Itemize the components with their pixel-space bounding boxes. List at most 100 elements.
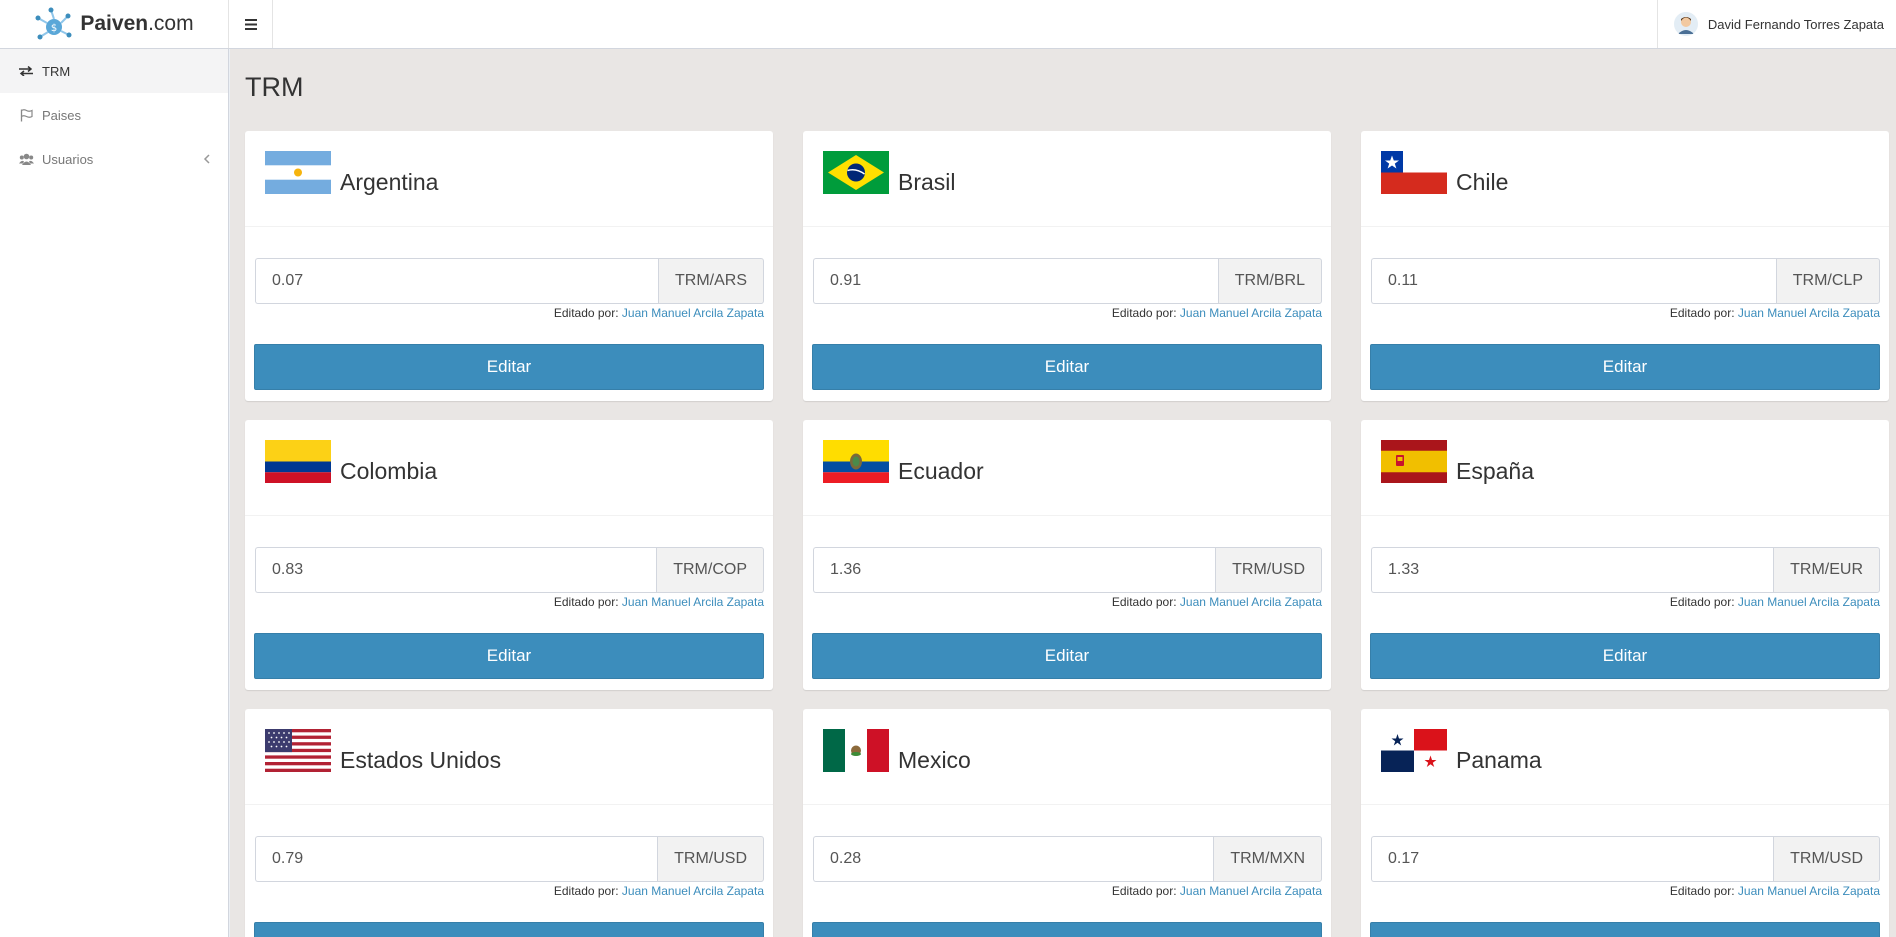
editor-link[interactable]: Juan Manuel Arcila Zapata (622, 306, 764, 320)
rate-input-group: TRM/MXN (813, 836, 1322, 882)
edited-by: Editado por: Juan Manuel Arcila Zapata (1111, 884, 1322, 898)
country-name: Argentina (340, 169, 439, 195)
brazil-flag-icon (823, 151, 889, 194)
editor-link[interactable]: Juan Manuel Arcila Zapata (622, 884, 764, 898)
card-header: Ecuador (803, 420, 1331, 516)
users-icon (18, 152, 34, 166)
edit-button[interactable]: Editar (254, 344, 764, 390)
user-menu[interactable]: David Fernando Torres Zapata (1656, 0, 1896, 48)
card-header: Brasil (803, 131, 1331, 227)
chevron-left-icon (203, 151, 210, 167)
edited-by: Editado por: Juan Manuel Arcila Zapata (553, 306, 764, 320)
sidebar-item-label: Paises (42, 107, 82, 123)
rate-unit: TRM/MXN (1213, 836, 1322, 882)
edited-by: Editado por: Juan Manuel Arcila Zapata (553, 595, 764, 609)
card-header: Colombia (245, 420, 773, 516)
rate-input[interactable] (813, 258, 1218, 304)
sidebar-item-paises[interactable]: Paises (0, 93, 228, 137)
country-name: España (1456, 458, 1535, 484)
edit-button[interactable]: Editar (254, 633, 764, 679)
sidebar-item-usuarios[interactable]: Usuarios (0, 137, 228, 181)
editor-link[interactable]: Juan Manuel Arcila Zapata (1180, 884, 1322, 898)
rate-input-group: TRM/USD (1371, 836, 1880, 882)
trm-card-mexico: Mexico TRM/MXN Editado por: Juan Manuel … (803, 709, 1331, 937)
card-header: Mexico (803, 709, 1331, 805)
rate-input[interactable] (255, 836, 658, 882)
sidebar: TRM Paises Usuarios (0, 49, 229, 937)
rate-unit: TRM/EUR (1773, 547, 1880, 593)
trm-card-colombia: Colombia TRM/COP Editado por: Juan Manue… (245, 420, 773, 690)
rate-unit: TRM/USD (1773, 836, 1880, 882)
editor-link[interactable]: Juan Manuel Arcila Zapata (1180, 306, 1322, 320)
rate-input-group: TRM/USD (255, 836, 764, 882)
card-header: Argentina (245, 131, 773, 227)
rate-input-group: TRM/EUR (1371, 547, 1880, 593)
sidebar-item-label: Usuarios (42, 151, 94, 167)
rate-input[interactable] (813, 836, 1214, 882)
sidebar-item-label: TRM (42, 63, 71, 79)
rate-unit: TRM/CLP (1775, 258, 1880, 304)
trm-card-chile: Chile TRM/CLP Editado por: Juan Manuel A… (1361, 131, 1889, 401)
top-navbar: $ Paiven.com David Fernando Torres Zapat… (0, 0, 1896, 49)
edited-by: Editado por: Juan Manuel Arcila Zapata (1669, 595, 1880, 609)
logo-icon: $ (35, 7, 72, 40)
rate-unit: TRM/ARS (658, 258, 764, 304)
rate-input-group: TRM/BRL (813, 258, 1322, 304)
trm-card-panama: Panama TRM/USD Editado por: Juan Manuel … (1361, 709, 1889, 937)
editor-link[interactable]: Juan Manuel Arcila Zapata (1738, 306, 1880, 320)
edit-button[interactable]: Editar (254, 922, 764, 937)
exchange-icon (18, 64, 34, 78)
card-header: Chile (1361, 131, 1889, 227)
country-name: Brasil (898, 169, 956, 195)
edit-button[interactable]: Editar (1370, 344, 1880, 390)
trm-card-argentina: Argentina TRM/ARS Editado por: Juan Manu… (245, 131, 773, 401)
flag-icon (18, 108, 34, 122)
colombia-flag-icon (265, 440, 331, 483)
trm-card-estados-unidos: Estados Unidos TRM/USD Editado por: Juan… (245, 709, 773, 937)
rate-input[interactable] (255, 258, 658, 304)
edited-by: Editado por: Juan Manuel Arcila Zapata (1111, 595, 1322, 609)
hamburger-icon (244, 18, 257, 30)
country-name: Chile (1456, 169, 1509, 195)
rate-input-group: TRM/ARS (255, 258, 764, 304)
edit-button[interactable]: Editar (812, 922, 1322, 937)
sidebar-toggle-button[interactable] (229, 0, 273, 48)
editor-link[interactable]: Juan Manuel Arcila Zapata (1738, 884, 1880, 898)
rate-input[interactable] (1371, 547, 1774, 593)
card-header: España (1361, 420, 1889, 516)
country-name: Estados Unidos (340, 747, 502, 773)
rate-unit: TRM/USD (1215, 547, 1322, 593)
edit-button[interactable]: Editar (812, 344, 1322, 390)
rate-input[interactable] (255, 547, 657, 593)
svg-text:$: $ (51, 23, 57, 34)
spain-flag-icon (1381, 440, 1447, 483)
trm-card-ecuador: Ecuador TRM/USD Editado por: Juan Manuel… (803, 420, 1331, 690)
usa-flag-icon (265, 729, 331, 772)
user-avatar-icon (1673, 12, 1698, 36)
mexico-flag-icon (823, 729, 889, 772)
country-name: Mexico (898, 747, 971, 773)
ecuador-flag-icon (823, 440, 889, 483)
brand-name: Paiven.com (80, 12, 194, 35)
chile-flag-icon (1381, 151, 1447, 194)
edited-by: Editado por: Juan Manuel Arcila Zapata (1669, 306, 1880, 320)
editor-link[interactable]: Juan Manuel Arcila Zapata (622, 595, 764, 609)
editor-link[interactable]: Juan Manuel Arcila Zapata (1180, 595, 1322, 609)
brand-logo[interactable]: $ Paiven.com (0, 0, 229, 48)
edited-by: Editado por: Juan Manuel Arcila Zapata (1111, 306, 1322, 320)
rate-input-group: TRM/COP (255, 547, 764, 593)
rate-input[interactable] (1371, 258, 1776, 304)
sidebar-item-trm[interactable]: TRM (0, 49, 228, 93)
edit-button[interactable]: Editar (1370, 633, 1880, 679)
rate-input[interactable] (813, 547, 1216, 593)
user-name: David Fernando Torres Zapata (1707, 16, 1884, 32)
country-name: Panama (1456, 747, 1542, 773)
edit-button[interactable]: Editar (1370, 922, 1880, 937)
rate-input[interactable] (1371, 836, 1774, 882)
country-name: Ecuador (898, 458, 984, 484)
rate-input-group: TRM/CLP (1371, 258, 1880, 304)
editor-link[interactable]: Juan Manuel Arcila Zapata (1738, 595, 1880, 609)
rate-input-group: TRM/USD (813, 547, 1322, 593)
edit-button[interactable]: Editar (812, 633, 1322, 679)
trm-card-espana: España TRM/EUR Editado por: Juan Manuel … (1361, 420, 1889, 690)
